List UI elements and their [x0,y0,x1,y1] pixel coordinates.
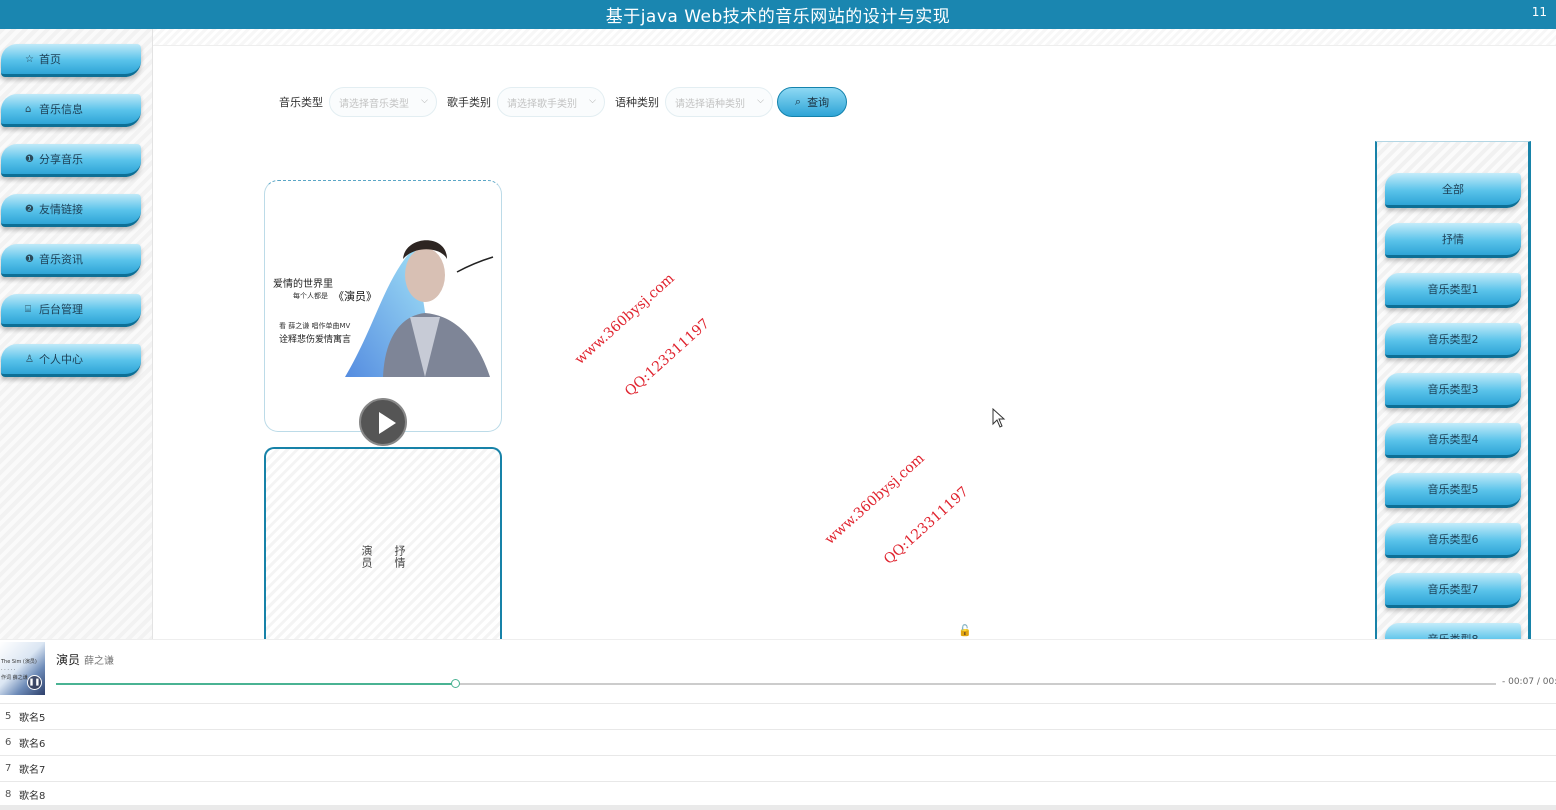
question-icon: ❷ [25,203,34,215]
bottom-strip [0,805,1556,810]
playlist: 5 歌名5 6 歌名6 7 歌名7 8 歌名8 [0,703,1556,807]
sidebar-item-music-news[interactable]: ❶ 音乐资讯 [1,244,141,277]
header-corner-number: 11 [1531,5,1547,19]
song-genre: 抒情 [393,545,406,569]
player-song-title: 演员 薛之谦 [56,653,115,667]
list-item[interactable]: 6 歌名6 [0,729,1556,755]
sidebar-item-home[interactable]: ☆ 首页 [1,44,141,77]
category-button[interactable]: 音乐类型1 [1385,273,1521,308]
player-time: - 00:07 / 00:2 [1502,677,1556,687]
category-button[interactable]: 音乐类型3 [1385,373,1521,408]
list-item[interactable]: 8 歌名8 [0,781,1556,807]
sidebar-item-label: 音乐资讯 [39,253,83,266]
cover-text-line3: 看 薛之谦 唱作单曲MV [279,321,350,330]
progress-handle[interactable] [450,679,460,688]
sidebar-item-admin[interactable]: ⌸ 后台管理 [1,294,141,327]
player-album-thumb: The Sim (演员) · · · · · 作词 薛之谦 ❚❚ [0,642,45,695]
music-type-label: 音乐类型 [279,96,323,109]
sidebar-item-label: 后台管理 [39,303,83,316]
album-cover-image: 爱情的世界里 每个人都是 《演员》 看 薛之谦 唱作单曲MV 诠释悲伤爱情寓言 [265,237,501,377]
sidebar-item-label: 友情链接 [39,203,83,216]
cover-title: 《演员》 [333,289,377,303]
cover-text-line1: 爱情的世界里 [273,277,333,290]
chevron-down-icon: ⌵ [421,96,428,106]
info-icon: ❶ [25,153,34,165]
category-button[interactable]: 音乐类型6 [1385,523,1521,558]
music-card[interactable]: 爱情的世界里 每个人都是 《演员》 看 薛之谦 唱作单曲MV 诠释悲伤爱情寓言 [264,180,502,432]
search-button[interactable]: ⌕ 查询 [777,87,847,117]
play-icon[interactable] [359,398,407,446]
watermark-qq: QQ:123311197 [622,315,713,400]
category-button[interactable]: 抒情 [1385,223,1521,258]
category-button[interactable]: 音乐类型2 [1385,323,1521,358]
song-name: 演员 [360,545,373,569]
category-panel: 全部 抒情 音乐类型1 音乐类型2 音乐类型3 音乐类型4 音乐类型5 音乐类型… [1375,141,1531,639]
bag-icon: ⌂ [25,103,32,115]
search-filters: 音乐类型 请选择音乐类型 ⌵ 歌手类别 请选择歌手类别 ⌵ 语种类别 请选择语种… [279,86,847,118]
chevron-down-icon: ⌵ [757,96,764,106]
category-button[interactable]: 全部 [1385,173,1521,208]
sidebar-item-music-info[interactable]: ⌂ 音乐信息 [1,94,141,127]
sidebar: ☆ 首页 ⌂ 音乐信息 ❶ 分享音乐 ❷ 友情链接 ❶ 音乐资讯 ⌸ 后台管理 … [0,29,153,639]
singer-type-select[interactable]: 请选择歌手类别 ⌵ [497,87,605,117]
top-header: 基于java Web技术的音乐网站的设计与实现 11 [0,0,1556,29]
music-detail-card[interactable]: 演员 抒情 [264,447,502,639]
sidebar-item-share-music[interactable]: ❶ 分享音乐 [1,144,141,177]
user-icon: ♙ [25,353,34,365]
cover-text-line2: 每个人都是 [293,291,328,300]
category-button[interactable]: 音乐类型4 [1385,423,1521,458]
site-title: 基于java Web技术的音乐网站的设计与实现 [605,7,951,27]
music-type-select[interactable]: 请选择音乐类型 ⌵ [329,87,437,117]
lock-icon[interactable]: 🔓 [958,624,972,637]
sidebar-item-label: 音乐信息 [39,103,83,116]
sub-header-strip [153,29,1556,46]
list-item[interactable]: 5 歌名5 [0,703,1556,729]
watermark-qq: QQ:123311197 [881,483,972,568]
pause-icon[interactable]: ❚❚ [27,675,42,690]
category-button[interactable]: 音乐类型5 [1385,473,1521,508]
category-button[interactable]: 音乐类型7 [1385,573,1521,608]
singer-type-label: 歌手类别 [447,96,491,109]
sidebar-item-label: 个人中心 [39,353,83,366]
language-type-select[interactable]: 请选择语种类别 ⌵ [665,87,773,117]
player-artist: 薛之谦 [84,656,115,667]
chevron-down-icon: ⌵ [589,96,596,106]
sidebar-item-label: 首页 [39,53,61,66]
search-icon: ⌕ [794,95,802,108]
info-icon: ❶ [25,253,34,265]
progress-fill [56,683,455,685]
star-icon: ☆ [25,53,34,65]
sidebar-item-friend-links[interactable]: ❷ 友情链接 [1,194,141,227]
sidebar-item-label: 分享音乐 [39,153,83,166]
cover-text-line4: 诠释悲伤爱情寓言 [279,333,351,345]
store-icon: ⌸ [25,303,31,315]
progress-bar[interactable] [56,679,1496,688]
music-player: The Sim (演员) · · · · · 作词 薛之谦 ❚❚ 演员 薛之谦 -… [0,639,1556,703]
language-type-label: 语种类别 [615,96,659,109]
mouse-cursor-icon [992,408,1006,428]
list-item[interactable]: 7 歌名7 [0,755,1556,781]
sidebar-item-profile[interactable]: ♙ 个人中心 [1,344,141,377]
category-button[interactable]: 音乐类型8 [1385,623,1521,639]
